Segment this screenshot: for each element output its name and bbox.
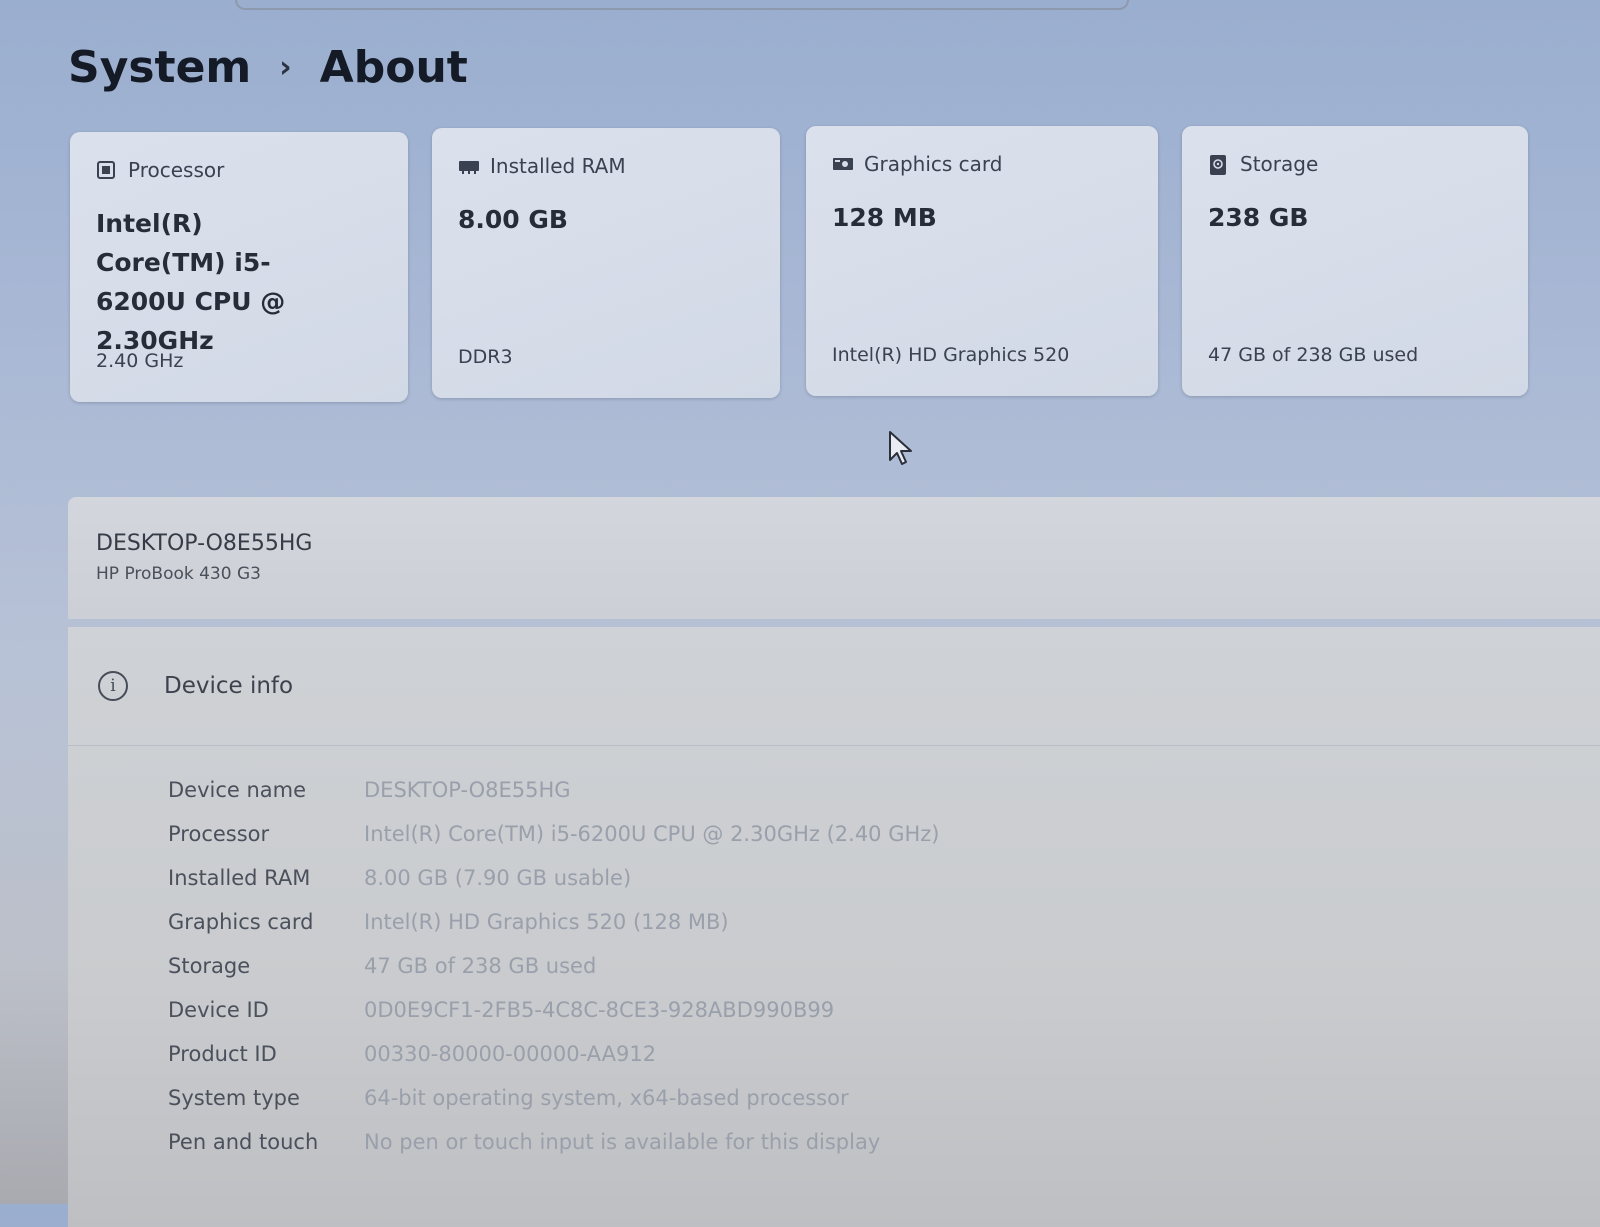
storage-card: Storage 238 GB 47 GB of 238 GB used	[1182, 126, 1528, 396]
ram-card: Installed RAM 8.00 GB DDR3	[432, 128, 780, 398]
device-summary-name: DESKTOP-O8E55HG	[96, 531, 313, 556]
storage-usage: 47 GB of 238 GB used	[1208, 344, 1419, 366]
card-label: Installed RAM	[490, 154, 626, 178]
breadcrumb-system[interactable]: System	[68, 42, 251, 93]
row-value: 64-bit operating system, x64-based proce…	[364, 1086, 849, 1110]
list-item: System type 64-bit operating system, x64…	[168, 1076, 1600, 1120]
graphics-card-card: Graphics card 128 MB Intel(R) HD Graphic…	[806, 126, 1158, 396]
device-info-panel: i Device info Device name DESKTOP-O8E55H…	[68, 627, 1600, 1227]
list-item: Device ID 0D0E9CF1-2FB5-4C8C-8CE3-928ABD…	[168, 988, 1600, 1032]
device-info-list: Device name DESKTOP-O8E55HG Processor In…	[68, 746, 1600, 1164]
row-value: No pen or touch input is available for t…	[364, 1130, 881, 1154]
ram-type: DDR3	[458, 346, 513, 368]
info-icon: i	[98, 671, 128, 701]
row-label: Installed RAM	[168, 866, 311, 890]
page-title: About	[319, 42, 468, 93]
row-value: Intel(R) Core(TM) i5-6200U CPU @ 2.30GHz…	[364, 822, 940, 846]
breadcrumb-separator: ›	[279, 50, 292, 85]
row-label: Pen and touch	[168, 1130, 319, 1154]
processor-card: Processor Intel(R) Core(TM) i5-6200U CPU…	[70, 132, 408, 402]
row-label: Processor	[168, 822, 270, 846]
ram-icon	[458, 156, 479, 176]
device-info-title: Device info	[164, 673, 294, 699]
graphics-card-model: Intel(R) HD Graphics 520	[832, 344, 1070, 366]
list-item: Device name DESKTOP-O8E55HG	[168, 768, 1600, 812]
device-summary[interactable]: DESKTOP-O8E55HG HP ProBook 430 G3	[68, 497, 1600, 619]
card-header: Installed RAM	[458, 154, 754, 178]
list-item: Installed RAM 8.00 GB (7.90 GB usable)	[168, 856, 1600, 900]
processor-icon	[96, 160, 116, 180]
list-item: Pen and touch No pen or touch input is a…	[168, 1120, 1600, 1164]
row-value: 0D0E9CF1-2FB5-4C8C-8CE3-928ABD990B99	[364, 998, 835, 1022]
storage-value: 238 GB	[1208, 203, 1309, 232]
list-item: Product ID 00330-80000-00000-AA912	[168, 1032, 1600, 1076]
card-header: Storage	[1208, 152, 1502, 176]
device-info-header[interactable]: i Device info	[68, 627, 1600, 746]
processor-speed: 2.40 GHz	[96, 350, 184, 372]
row-value: 47 GB of 238 GB used	[364, 954, 597, 978]
processor-value: Intel(R) Core(TM) i5-6200U CPU @ 2.30GHz	[96, 209, 286, 355]
row-label: System type	[168, 1086, 300, 1110]
graphics-card-value: 128 MB	[832, 203, 937, 232]
row-label: Storage	[168, 954, 251, 978]
row-label: Device ID	[168, 998, 269, 1022]
list-item: Storage 47 GB of 238 GB used	[168, 944, 1600, 988]
storage-icon	[1208, 154, 1228, 175]
row-value: Intel(R) HD Graphics 520 (128 MB)	[364, 910, 729, 934]
top-window-edge	[235, 0, 1129, 10]
row-value: 8.00 GB (7.90 GB usable)	[364, 866, 632, 890]
list-item: Processor Intel(R) Core(TM) i5-6200U CPU…	[168, 812, 1600, 856]
row-label: Graphics card	[168, 910, 314, 934]
row-value: 00330-80000-00000-AA912	[364, 1042, 657, 1066]
card-header: Graphics card	[832, 152, 1132, 176]
breadcrumb: System › About	[68, 42, 468, 93]
list-item: Graphics card Intel(R) HD Graphics 520 (…	[168, 900, 1600, 944]
mouse-cursor-icon	[888, 430, 914, 470]
row-label: Product ID	[168, 1042, 277, 1066]
card-header: Processor	[96, 158, 382, 182]
graphics-card-icon	[832, 154, 853, 174]
card-label: Processor	[128, 158, 225, 182]
row-label: Device name	[168, 778, 307, 802]
device-summary-model: HP ProBook 430 G3	[96, 564, 261, 584]
row-value: DESKTOP-O8E55HG	[364, 778, 571, 802]
ram-value: 8.00 GB	[458, 205, 568, 234]
card-label: Graphics card	[864, 152, 1003, 176]
card-label: Storage	[1240, 152, 1319, 176]
